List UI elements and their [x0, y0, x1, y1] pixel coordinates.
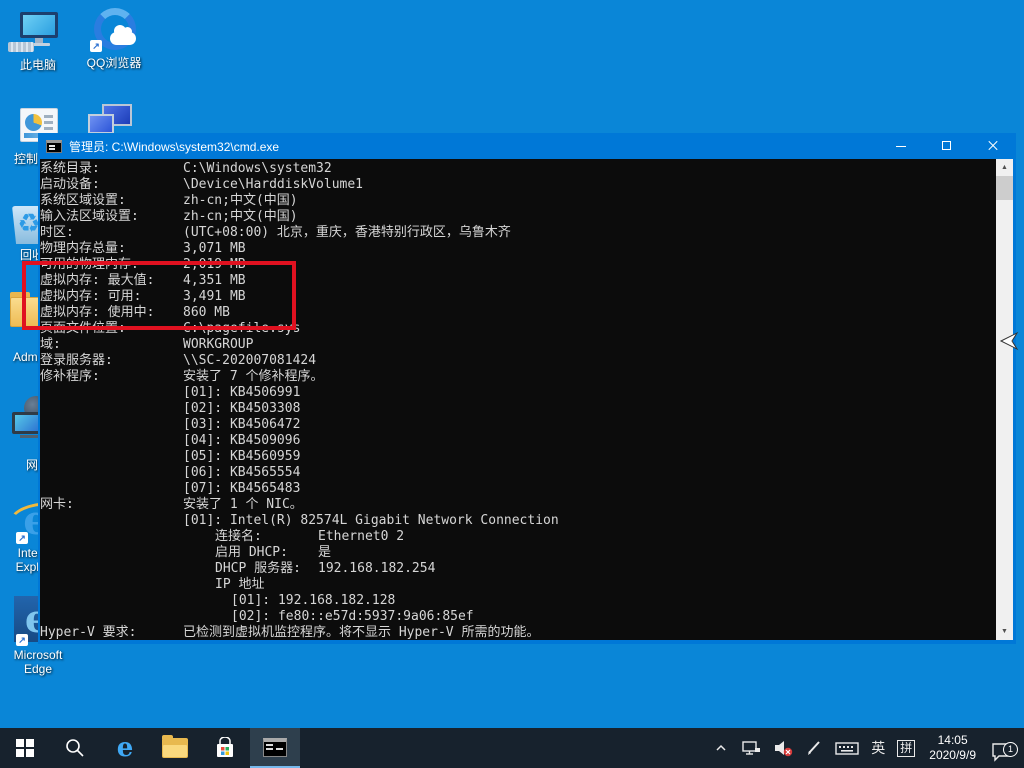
network-icon [741, 739, 761, 757]
console-line: 启动设备:\Device\HarddiskVolume1 [40, 177, 996, 193]
taskbar-cmd-button[interactable] [250, 728, 300, 768]
console-line: IP 地址 [40, 577, 996, 593]
console-line: 修补程序:安装了 7 个修补程序。 [40, 369, 996, 385]
scrollbar-thumb[interactable] [996, 176, 1013, 200]
tray-chevron-button[interactable] [707, 728, 735, 768]
notification-badge: 1 [1003, 742, 1018, 757]
console-line: [07]: KB4565483 [40, 481, 996, 497]
console-line: [06]: KB4565554 [40, 465, 996, 481]
minimize-button[interactable] [878, 133, 924, 159]
close-button[interactable] [970, 133, 1016, 159]
console-line: 系统目录:C:\Windows\system32 [40, 161, 996, 177]
console-line: 时区:(UTC+08:00) 北京，重庆，香港特别行政区，乌鲁木齐 [40, 225, 996, 241]
tray-language-indicator[interactable]: 英 [865, 728, 891, 768]
console-line: Hyper-V 要求:已检测到虚拟机监控程序。将不显示 Hyper-V 所需的功… [40, 625, 996, 640]
console-line: 启用 DHCP:是 [40, 545, 996, 561]
file-explorer-icon [162, 738, 188, 758]
minimize-icon [896, 146, 906, 147]
taskbar: e [0, 728, 1024, 768]
console-line: [01]: Intel(R) 82574L Gigabit Network Co… [40, 513, 996, 529]
console-line: 域:WORKGROUP [40, 337, 996, 353]
this-pc-icon [0, 10, 76, 56]
console-line: 系统区域设置:zh-cn;中文(中国) [40, 193, 996, 209]
console-line: [04]: KB4509096 [40, 433, 996, 449]
start-button[interactable] [0, 728, 50, 768]
tray-volume-button[interactable] [767, 728, 799, 768]
tray-pen-button[interactable] [799, 728, 829, 768]
tray-network-button[interactable] [735, 728, 767, 768]
desktop-icon-this-pc[interactable]: 此电脑 [0, 10, 76, 72]
highlight-annotation-box [22, 261, 296, 330]
shortcut-arrow-icon: ↗ [90, 40, 102, 52]
console-line: [02]: fe80::e57d:5937:9a06:85ef [40, 609, 996, 625]
volume-muted-icon [773, 739, 793, 757]
clock-date: 2020/9/9 [929, 748, 976, 763]
maximize-button[interactable] [924, 133, 970, 159]
edge-icon: e [117, 728, 134, 768]
console-line: [05]: KB4560959 [40, 449, 996, 465]
console-line: [01]: 192.168.182.128 [40, 593, 996, 609]
shortcut-arrow-icon: ↗ [16, 532, 28, 544]
desktop-icon-label: Microsoft Edge [0, 648, 76, 676]
tray-keyboard-button[interactable] [829, 728, 865, 768]
scrollbar[interactable]: ▲ ▼ [996, 159, 1013, 640]
action-center-button[interactable]: 1 [984, 728, 1018, 768]
scroll-down-icon[interactable]: ▼ [996, 623, 1013, 640]
console-line: DHCP 服务器:192.168.182.254 [40, 561, 996, 577]
desktop-icon-label: QQ浏览器 [76, 56, 152, 70]
cmd-window: 管理员: C:\Windows\system32\cmd.exe 系统目录:C:… [38, 133, 1016, 644]
windows-logo-icon [16, 739, 34, 757]
tray-clock[interactable]: 14:05 2020/9/9 [921, 733, 984, 763]
search-icon [65, 738, 85, 758]
console-line: [01]: KB4506991 [40, 385, 996, 401]
clock-time: 14:05 [929, 733, 976, 748]
console-line: 输入法区域设置:zh-cn;中文(中国) [40, 209, 996, 225]
console-line: 登录服务器:\\SC-202007081424 [40, 353, 996, 369]
desktop-icon-label: 此电脑 [0, 58, 76, 72]
console-line: 网卡:安装了 1 个 NIC。 [40, 497, 996, 513]
pen-icon [805, 739, 823, 757]
desktop-icon-qq-browser[interactable]: ↗ QQ浏览器 [76, 8, 152, 70]
chevron-up-icon [713, 740, 729, 756]
cmd-icon [263, 738, 287, 757]
console-line: [02]: KB4503308 [40, 401, 996, 417]
window-titlebar[interactable]: 管理员: C:\Windows\system32\cmd.exe [38, 133, 1016, 159]
shortcut-arrow-icon: ↗ [16, 634, 28, 646]
scroll-up-icon[interactable]: ▲ [996, 159, 1013, 176]
console-output[interactable]: 系统目录:C:\Windows\system32启动设备:\Device\Har… [40, 159, 996, 640]
cmd-app-icon [46, 140, 62, 153]
tray-ime-mode[interactable]: 拼 [891, 728, 921, 768]
console-line: 连接名:Ethernet0 2 [40, 529, 996, 545]
taskbar-edge-button[interactable]: e [100, 728, 150, 768]
touch-keyboard-icon [835, 739, 859, 757]
search-button[interactable] [50, 728, 100, 768]
window-title: 管理员: C:\Windows\system32\cmd.exe [69, 138, 279, 155]
console-line: [03]: KB4506472 [40, 417, 996, 433]
qq-browser-icon: ↗ [76, 8, 152, 54]
taskbar-store-button[interactable] [200, 728, 250, 768]
taskbar-explorer-button[interactable] [150, 728, 200, 768]
store-icon [214, 737, 236, 759]
mouse-cursor [999, 331, 1021, 353]
console-line: 物理内存总量:3,071 MB [40, 241, 996, 257]
maximize-icon [942, 141, 951, 150]
